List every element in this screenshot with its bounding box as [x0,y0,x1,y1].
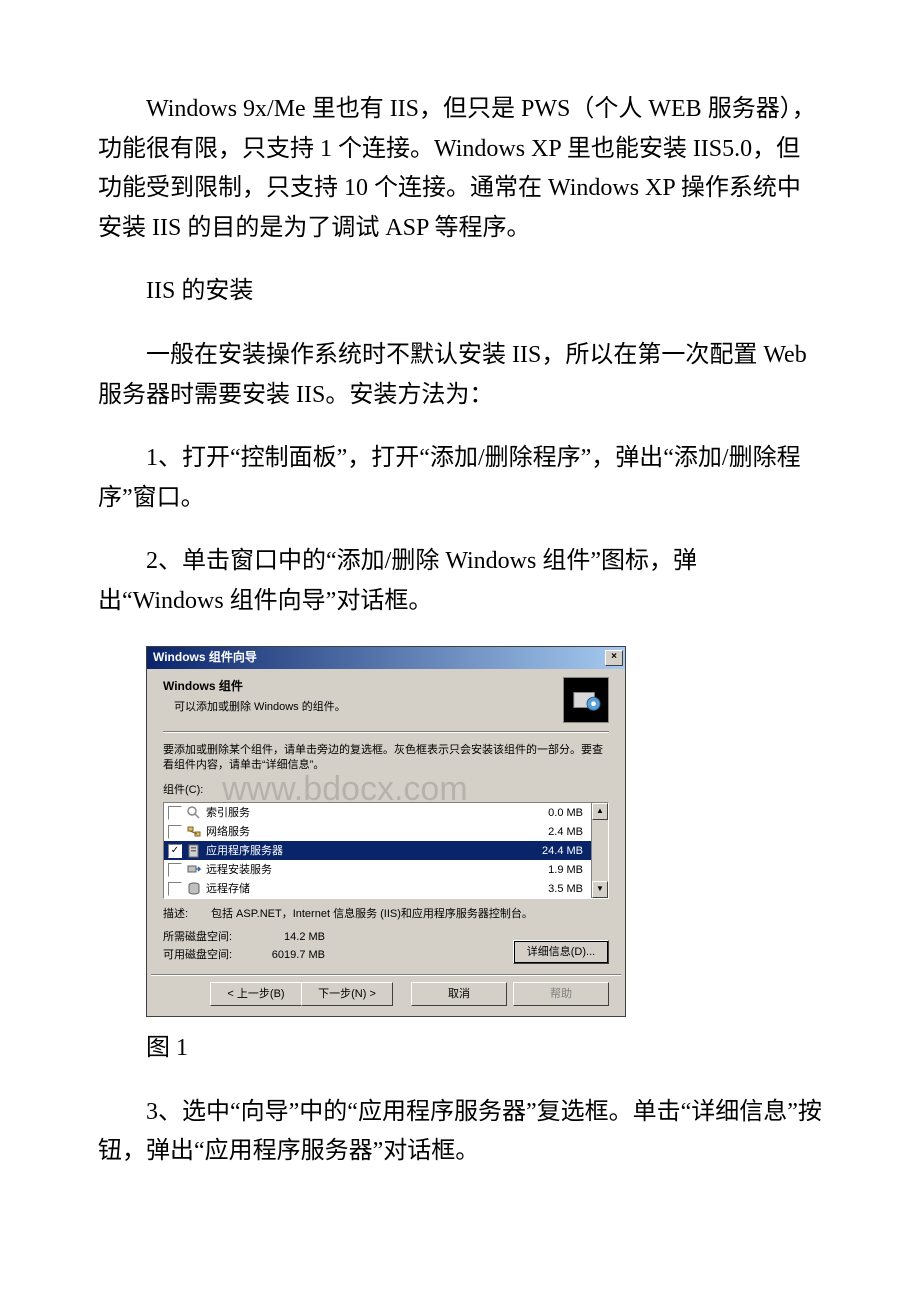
item-size: 0.0 MB [523,804,587,822]
help-button[interactable]: 帮助 [513,982,609,1006]
next-button[interactable]: 下一步(N) > [301,982,393,1006]
space-required-label: 所需磁盘空间: [163,928,235,946]
scroll-down-button[interactable]: ▼ [592,881,608,898]
remote-install-icon [186,863,202,877]
paragraph-6: 3、选中“向导”中的“应用程序服务器”复选框。单击“详细信息”按钮，弹出“应用程… [98,1093,822,1172]
dialog-image: Windows 组件向导 × Windows 组件 可以添加或删除 Window… [146,646,626,1017]
list-item-network[interactable]: 网络服务 2.4 MB [164,822,591,841]
dialog-titlebar: Windows 组件向导 × [147,647,625,669]
scroll-up-button[interactable]: ▲ [592,803,608,820]
close-button[interactable]: × [605,650,623,666]
details-button[interactable]: 详细信息(D)... [513,940,609,964]
space-free-label: 可用磁盘空间: [163,946,235,964]
dialog-instructions: 要添加或删除某个组件，请单击旁边的复选框。灰色框表示只会安装该组件的一部分。要查… [163,743,609,774]
checkbox-unchecked[interactable] [168,806,182,820]
scrollbar[interactable]: ▲ ▼ [591,803,608,898]
list-item-remote-install[interactable]: 远程安装服务 1.9 MB [164,860,591,879]
item-label: 应用程序服务器 [206,842,523,860]
paragraph-5: 2、单击窗口中的“添加/删除 Windows 组件”图标，弹出“Windows … [98,542,822,621]
network-icon [186,825,202,839]
storage-icon [186,882,202,896]
description-text: 包括 ASP.NET，Internet 信息服务 (IIS)和应用程序服务器控制… [211,905,609,923]
item-size: 1.9 MB [523,861,587,879]
dialog-title: Windows 组件向导 [153,648,257,668]
space-required-value: 14.2 MB [235,928,325,946]
wizard-icon [563,677,609,723]
components-listbox[interactable]: 索引服务 0.0 MB 网络服务 2.4 MB ✓ [163,802,609,899]
item-label: 远程安装服务 [206,861,523,879]
figure-caption: 图 1 [98,1029,822,1069]
magnifier-icon [186,806,202,820]
paragraph-2-heading: IIS 的安装 [98,272,822,312]
list-item-app-server[interactable]: ✓ 应用程序服务器 24.4 MB [164,841,591,860]
paragraph-4: 1、打开“控制面板”，打开“添加/删除程序”，弹出“添加/删除程序”窗口。 [98,439,822,518]
server-icon [186,844,202,858]
item-label: 索引服务 [206,804,523,822]
item-label: 远程存储 [206,880,523,898]
item-size: 24.4 MB [523,842,587,860]
checkbox-unchecked[interactable] [168,825,182,839]
components-label: 组件(C): [163,781,609,799]
space-free-value: 6019.7 MB [235,946,325,964]
list-item-indexing[interactable]: 索引服务 0.0 MB [164,803,591,822]
checkbox-checked[interactable]: ✓ [168,844,182,858]
dialog-heading: Windows 组件 [163,677,346,697]
windows-components-wizard-dialog: Windows 组件向导 × Windows 组件 可以添加或删除 Window… [146,646,626,1017]
paragraph-3: 一般在安装操作系统时不默认安装 IIS，所以在第一次配置 Web 服务器时需要安… [98,336,822,415]
checkbox-unchecked[interactable] [168,863,182,877]
list-item-remote-storage[interactable]: 远程存储 3.5 MB [164,879,591,898]
checkbox-unchecked[interactable] [168,882,182,896]
back-button[interactable]: < 上一步(B) [210,982,301,1006]
description-label: 描述: [163,905,211,923]
item-size: 2.4 MB [523,823,587,841]
paragraph-1: Windows 9x/Me 里也有 IIS，但只是 PWS（个人 WEB 服务器… [98,90,822,248]
item-label: 网络服务 [206,823,523,841]
item-size: 3.5 MB [523,880,587,898]
dialog-subheading: 可以添加或删除 Windows 的组件。 [163,698,346,716]
cancel-button[interactable]: 取消 [411,982,507,1006]
